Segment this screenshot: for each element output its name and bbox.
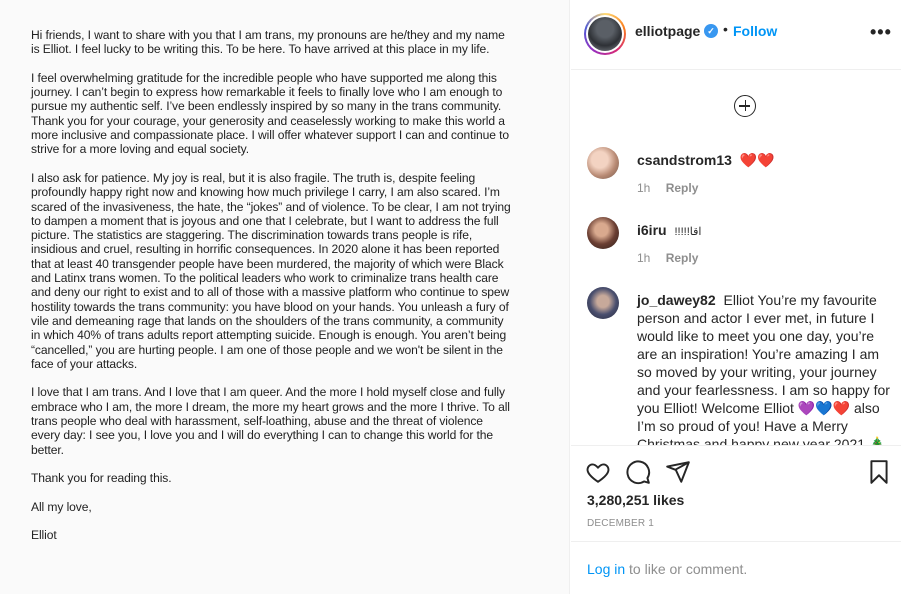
comment-meta: 1h Reply [637, 181, 698, 195]
post-side-panel: elliotpage ✓ • Follow ••• csandstrom13 ❤… [571, 0, 901, 594]
comment-username[interactable]: i6iru [637, 222, 667, 238]
plus-circle-icon[interactable] [734, 95, 756, 117]
comment-text: csandstrom13 ❤️❤️ [637, 151, 892, 169]
commenter-avatar[interactable] [587, 147, 619, 179]
login-prompt-suffix: to like or comment. [625, 561, 748, 577]
profile-avatar[interactable] [584, 13, 626, 55]
login-prompt-bar: Log in to like or comment. [571, 541, 901, 594]
comment-username[interactable]: csandstrom13 [637, 152, 732, 168]
post-header: elliotpage ✓ • Follow ••• [571, 0, 901, 70]
letter-paragraph: Thank you for reading this. [31, 471, 172, 486]
comment-content: ❤️❤️ [739, 152, 775, 168]
post-image: Hi friends, I want to share with you tha… [0, 0, 570, 594]
avatar-border [586, 15, 624, 53]
share-icon[interactable] [665, 459, 691, 485]
letter-paragraph: I feel overwhelming gratitude for the in… [31, 70, 510, 157]
commenter-avatar[interactable] [587, 217, 619, 249]
comment-time[interactable]: 1h [637, 181, 650, 195]
follow-button[interactable]: Follow [733, 23, 777, 39]
login-prompt: Log in to like or comment. [587, 561, 747, 577]
comment-username[interactable]: jo_dawey82 [637, 292, 716, 308]
letter-paragraph: Hi friends, I want to share with you tha… [31, 28, 505, 57]
avatar-image [588, 17, 622, 51]
reply-button[interactable]: Reply [666, 181, 699, 195]
bookmark-icon[interactable] [866, 459, 892, 485]
separator-dot: • [723, 21, 728, 37]
letter-text: Hi friends, I want to share with you tha… [31, 28, 515, 557]
comment-meta: 1h Reply [637, 251, 698, 265]
comment-text: jo_dawey82 Elliot You’re my favourite pe… [637, 291, 892, 445]
verified-badge-icon: ✓ [704, 24, 718, 38]
commenter-avatar[interactable] [587, 287, 619, 319]
more-options-button[interactable]: ••• [870, 22, 892, 43]
post-actions: 3,280,251 likes DECEMBER 1 [571, 445, 901, 545]
letter-paragraph: All my love, [31, 499, 92, 514]
login-link[interactable]: Log in [587, 561, 625, 577]
comment-icon[interactable] [625, 459, 651, 485]
letter-paragraph: Elliot [31, 528, 57, 543]
post-date[interactable]: DECEMBER 1 [587, 518, 654, 529]
comment-content: !!!!!اقا [674, 226, 702, 238]
letter-paragraph: I love that I am trans. And I love that … [31, 385, 510, 457]
reply-button[interactable]: Reply [666, 251, 699, 265]
likes-count[interactable]: 3,280,251 likes [587, 492, 684, 508]
comment-time[interactable]: 1h [637, 251, 650, 265]
username-link[interactable]: elliotpage [635, 23, 700, 39]
letter-paragraph: I also ask for patience. My joy is real,… [31, 170, 511, 371]
comment-content: Elliot You’re my favourite person and ac… [637, 292, 890, 445]
heart-icon[interactable] [585, 459, 611, 485]
comment-text: i6iru !!!!!اقا [637, 221, 892, 241]
comments-list[interactable]: csandstrom13 ❤️❤️ 1h Reply i6iru !!!!!اق… [571, 71, 901, 445]
